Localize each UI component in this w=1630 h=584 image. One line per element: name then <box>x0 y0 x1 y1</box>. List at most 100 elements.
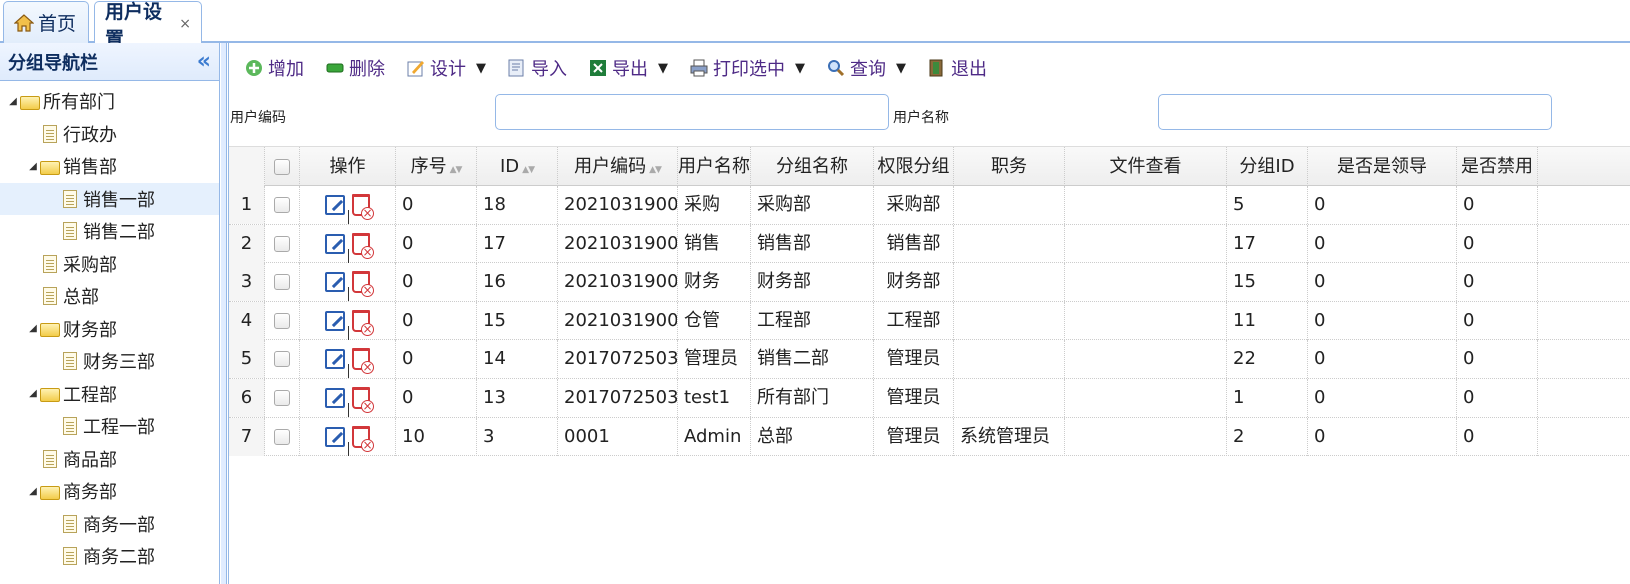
action-separator <box>348 402 349 417</box>
tree-node[interactable]: ◢ 商务部 <box>0 475 219 508</box>
tree-node[interactable]: 商务二部 <box>0 540 219 573</box>
cell-perm: 采购部 <box>874 186 954 224</box>
tree-node[interactable]: 商务一部 <box>0 508 219 541</box>
row-checkbox[interactable] <box>274 274 290 291</box>
cell-leader: 0 <box>1308 224 1457 263</box>
col-duty[interactable]: 职务 <box>954 147 1065 186</box>
collapse-icon[interactable]: « <box>197 49 211 74</box>
table-row[interactable]: 601320170725030test1所有部门管理员100 <box>229 378 1630 418</box>
col-perm[interactable]: 权限分组 <box>874 147 954 186</box>
cell-duty <box>954 224 1065 263</box>
col-file[interactable]: 文件查看 <box>1065 147 1227 186</box>
print-selected-button[interactable]: 打印选中 ▼ <box>690 55 805 81</box>
table-row[interactable]: 71030001Admin总部管理员系统管理员200 <box>229 417 1630 457</box>
row-checkbox[interactable] <box>274 428 290 445</box>
sidebar-splitter[interactable] <box>221 43 227 584</box>
tree-node[interactable]: ◢ 工程部 <box>0 378 219 411</box>
trash-icon[interactable] <box>352 271 374 298</box>
col-code[interactable]: 用户编码 ▲▼ <box>558 147 678 186</box>
col-name[interactable]: 用户名称 <box>678 147 751 186</box>
trash-icon[interactable] <box>352 348 374 375</box>
col-leader[interactable]: 是否是领导 <box>1308 147 1457 186</box>
row-checkbox[interactable] <box>274 312 290 329</box>
cell-id: 16 <box>477 263 558 302</box>
edit-icon[interactable] <box>325 233 345 254</box>
user-name-input[interactable] <box>1158 94 1552 130</box>
tree-node[interactable]: 销售二部 <box>0 215 219 248</box>
cell-leader: 0 <box>1308 301 1457 340</box>
trash-icon[interactable] <box>352 232 374 259</box>
import-button[interactable]: 导入 <box>508 55 567 81</box>
table-row[interactable]: 101820210319004采购采购部采购部500 <box>229 186 1630 225</box>
select-all-checkbox[interactable] <box>274 159 290 175</box>
col-gid[interactable]: 分组ID <box>1227 147 1308 186</box>
tree-node[interactable]: ◢ 财务部 <box>0 313 219 346</box>
edit-icon[interactable] <box>325 349 345 370</box>
tree-node[interactable]: 行政办 <box>0 118 219 151</box>
delete-button[interactable]: 删除 <box>326 55 385 81</box>
tree-node[interactable]: 工程一部 <box>0 410 219 443</box>
col-seq[interactable]: 序号 ▲▼ <box>396 147 477 186</box>
tab-user-settings[interactable]: 用户设置 × <box>94 1 202 50</box>
design-button[interactable]: 设计 ▼ <box>407 55 486 81</box>
exit-button[interactable]: 退出 <box>928 55 987 81</box>
expand-arrow-icon[interactable]: ◢ <box>26 486 40 497</box>
query-button[interactable]: 查询 ▼ <box>827 55 906 81</box>
row-checkbox[interactable] <box>274 389 290 406</box>
row-checkbox-cell <box>265 378 300 417</box>
table-row[interactable]: 201720210319003销售销售部销售部1700 <box>229 224 1630 264</box>
trash-icon[interactable] <box>352 425 374 452</box>
edit-icon[interactable] <box>325 426 345 447</box>
user-code-input[interactable] <box>495 94 889 130</box>
cell-duty: 系统管理员 <box>954 417 1065 456</box>
edit-icon[interactable] <box>325 195 345 215</box>
trash-icon[interactable] <box>352 194 374 220</box>
expand-arrow-icon[interactable]: ◢ <box>26 323 40 334</box>
add-icon <box>245 59 263 77</box>
trash-icon[interactable] <box>352 309 374 336</box>
row-checkbox[interactable] <box>274 235 290 252</box>
edit-icon[interactable] <box>325 272 345 293</box>
cell-code: 20210319003 <box>558 224 678 263</box>
edit-icon[interactable] <box>325 387 345 408</box>
row-number: 3 <box>229 263 265 302</box>
export-button[interactable]: 导出 ▼ <box>589 55 668 81</box>
folder-icon <box>40 485 60 500</box>
cell-leader: 0 <box>1308 263 1457 302</box>
col-id[interactable]: ID ▲▼ <box>477 147 558 186</box>
cell-gid: 17 <box>1227 224 1308 263</box>
cell-group: 销售部 <box>751 224 874 263</box>
cell-disabled: 0 <box>1457 301 1538 340</box>
trash-icon[interactable] <box>352 386 374 413</box>
cell-group: 工程部 <box>751 301 874 340</box>
tree-node[interactable]: 销售一部 <box>0 182 219 215</box>
close-icon[interactable]: × <box>179 16 191 32</box>
file-icon <box>43 254 57 273</box>
table-row[interactable]: 301620210319002财务财务部财务部1500 <box>229 263 1630 302</box>
tree-node[interactable]: 财务三部 <box>0 345 219 378</box>
row-number: 4 <box>229 301 265 340</box>
col-seq-label: 序号 <box>410 156 447 177</box>
col-group[interactable]: 分组名称 <box>751 147 874 186</box>
col-disabled[interactable]: 是否禁用 <box>1457 147 1538 186</box>
tree-node[interactable]: ◢ 销售部 <box>0 150 219 183</box>
expand-arrow-icon[interactable]: ◢ <box>26 388 40 399</box>
tree-node[interactable]: 采购部 <box>0 248 219 281</box>
row-checkbox[interactable] <box>274 351 290 368</box>
table-row[interactable]: 401520210319001仓管工程部工程部1100 <box>229 301 1630 341</box>
tab-home[interactable]: 首页 <box>3 1 89 43</box>
add-button[interactable]: 增加 <box>245 55 304 81</box>
expand-arrow-icon[interactable]: ◢ <box>26 161 40 172</box>
tree-node[interactable]: 商品部 <box>0 443 219 476</box>
edit-icon[interactable] <box>325 310 345 331</box>
rownum-header <box>229 147 265 186</box>
table-row[interactable]: 501420170725030管理员销售二部管理员2200 <box>229 340 1630 379</box>
cell-perm: 管理员 <box>874 340 954 379</box>
expand-arrow-icon[interactable]: ◢ <box>6 96 20 107</box>
tree-node[interactable]: 总部 <box>0 280 219 313</box>
select-all-checkbox-cell[interactable] <box>265 147 300 186</box>
tree-node[interactable]: ◢ 所有部门 <box>0 85 219 118</box>
row-checkbox[interactable] <box>274 197 290 213</box>
row-number: 5 <box>229 340 265 379</box>
cell-perm: 财务部 <box>874 263 954 302</box>
